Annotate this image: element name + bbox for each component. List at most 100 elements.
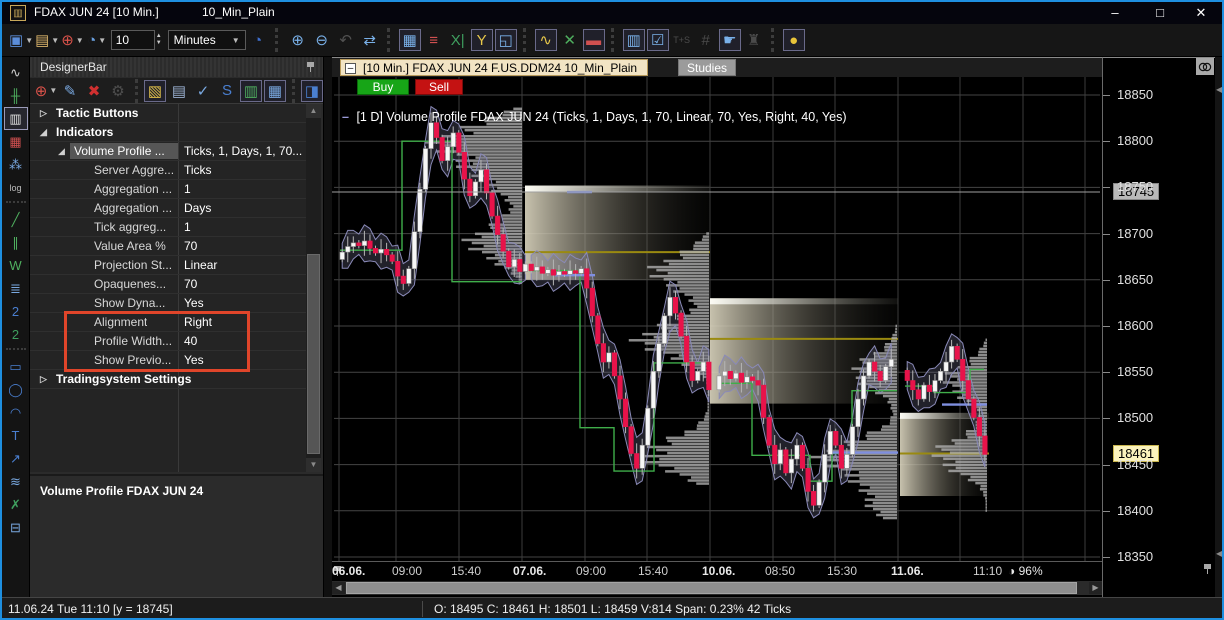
candle-volume-tool[interactable]: ▦: [4, 130, 28, 153]
property-row[interactable]: Projection St...Linear: [30, 256, 306, 275]
scroll-arrow-icon[interactable]: ◀: [1216, 549, 1222, 558]
price-chart[interactable]: [332, 77, 1102, 561]
group-row[interactable]: ▷Tradingsystem Settings: [30, 370, 306, 389]
zoom-reset-button[interactable]: ⇄: [359, 29, 381, 51]
interval-input[interactable]: [111, 30, 155, 50]
channel-tool[interactable]: ∥: [4, 231, 28, 254]
candlestick-tool[interactable]: ▥: [4, 107, 28, 130]
minimize-button[interactable]: –: [1098, 2, 1132, 24]
add-period-button[interactable]: ◔: [247, 29, 269, 51]
print-button[interactable]: ▤: [168, 80, 190, 102]
time-axis[interactable]: 06.06.09:0015:4007.06.09:0015:4010.06.08…: [332, 561, 1102, 580]
horizontal-scrollbar[interactable]: ◀ ▶: [332, 581, 1102, 595]
property-row[interactable]: Tick aggreg...1: [30, 218, 306, 237]
toolbar-separator: [6, 201, 26, 206]
scrollbar-thumb[interactable]: [307, 254, 320, 454]
script-button[interactable]: ✓: [192, 80, 214, 102]
ellipse-tool[interactable]: ◯: [4, 378, 28, 401]
chart-properties-button[interactable]: ▦: [399, 29, 421, 51]
record-button[interactable]: ●: [783, 29, 805, 51]
chart-tab[interactable]: – [10 Min.] FDAX JUN 24 F.US.DDM24 10_Mi…: [340, 59, 648, 76]
signal-button[interactable]: S: [216, 80, 238, 102]
group-row[interactable]: ◢Indicators: [30, 123, 306, 142]
price-axis[interactable]: 18745 18461 1885018800187501870018650186…: [1102, 57, 1215, 597]
property-row[interactable]: Server Aggre...Ticks: [30, 161, 306, 180]
text-tool[interactable]: T: [4, 424, 28, 447]
pin-icon[interactable]: [1203, 564, 1212, 575]
maximize-button[interactable]: □: [1143, 2, 1177, 24]
zigzag-tool[interactable]: W: [4, 254, 28, 277]
property-grid-scrollbar[interactable]: ▲ ▼: [306, 104, 321, 472]
axis-scale-button[interactable]: Y: [471, 29, 493, 51]
group-row[interactable]: ▷Tactic Buttons: [30, 104, 306, 123]
property-row[interactable]: Aggregation ...Days: [30, 199, 306, 218]
insert-strategy-button[interactable]: ✕: [559, 29, 581, 51]
save-button[interactable]: ▣▼: [9, 29, 33, 51]
line-chart-tool[interactable]: ∿: [4, 61, 28, 84]
data-window-button[interactable]: ≡: [423, 29, 445, 51]
drag-mode-button[interactable]: ☛: [719, 29, 741, 51]
equilla-button[interactable]: ▬: [583, 29, 605, 51]
price-axis-label: 18800: [1117, 133, 1153, 148]
arc-tool[interactable]: ◠: [4, 401, 28, 424]
chart-view-button[interactable]: ▥: [240, 80, 262, 102]
bar-chart-tool[interactable]: ╫: [4, 84, 28, 107]
scroll-up-icon[interactable]: ▲: [306, 104, 321, 118]
export-excel-button[interactable]: X|: [447, 29, 469, 51]
ruler-tool[interactable]: ⊟: [4, 516, 28, 539]
table-view-button[interactable]: ▦: [264, 80, 286, 102]
log-scale-tool[interactable]: log: [4, 176, 28, 199]
add-object-button[interactable]: ⊕▼: [35, 80, 57, 102]
insert-indicator-button[interactable]: ∿: [535, 29, 557, 51]
designer-bar-header[interactable]: DesignerBar: [30, 57, 323, 77]
wave-tool[interactable]: ≋: [4, 470, 28, 493]
hline-tool[interactable]: ≣: [4, 277, 28, 300]
zoom-out-button[interactable]: ⊖: [311, 29, 333, 51]
open-button[interactable]: ▤▼: [35, 29, 59, 51]
fibo-green-tool[interactable]: 2: [4, 323, 28, 346]
buy-button[interactable]: Buy: [357, 79, 409, 95]
time-axis-label: 11:10: [973, 564, 1002, 578]
studies-button[interactable]: Studies: [678, 59, 736, 76]
scroll-right-icon[interactable]: ▶: [1089, 582, 1102, 594]
fibo-blue-tool[interactable]: 2: [4, 300, 28, 323]
zoom-in-button[interactable]: ⊕: [287, 29, 309, 51]
format-button[interactable]: ✎: [59, 80, 81, 102]
scanner-button[interactable]: ☑: [647, 29, 669, 51]
scroll-left-icon[interactable]: ◀: [332, 582, 345, 594]
interval-unit-select[interactable]: Minutes▼: [168, 30, 246, 50]
property-row[interactable]: Opaquenes...70: [30, 275, 306, 294]
collapse-icon[interactable]: –: [345, 63, 356, 74]
price-axis-label: 18850: [1117, 87, 1153, 102]
close-button[interactable]: ✕: [1184, 2, 1218, 24]
property-row[interactable]: Aggregation ...1: [30, 180, 306, 199]
scroll-arrow-icon[interactable]: ◀: [1216, 85, 1222, 94]
property-row[interactable]: Value Area %70: [30, 237, 306, 256]
text-tool-icon: T: [12, 428, 20, 443]
toolbar-separator: [387, 28, 393, 52]
scrollbar-thumb[interactable]: [346, 582, 1077, 594]
title-bar[interactable]: ▥ FDAX JUN 24 [10 Min.] 10_Min_Plain – □…: [2, 2, 1222, 24]
edit-tactic-button[interactable]: ▧: [144, 80, 166, 102]
trendline-tool[interactable]: ╱: [4, 208, 28, 231]
sell-button[interactable]: Sell: [415, 79, 463, 95]
interval-stepper[interactable]: ▲▼: [156, 33, 162, 47]
scroll-down-icon[interactable]: ▼: [306, 458, 321, 472]
indicator-row[interactable]: ◢Volume Profile ...Ticks, 1, Days, 1, 70…: [30, 142, 306, 161]
vertical-scroll-strip[interactable]: ◀ ◀: [1215, 57, 1224, 597]
save-template-button[interactable]: ◨: [301, 80, 323, 102]
period-clock-button[interactable]: ◔▼: [86, 29, 108, 51]
zoom-out-button-icon: ⊖: [315, 31, 328, 49]
arrow-tool[interactable]: ↗: [4, 447, 28, 470]
new-chart-button[interactable]: ⊕▼: [61, 29, 84, 51]
watchlist-button[interactable]: ▥: [623, 29, 645, 51]
link-charts-icon[interactable]: [1196, 58, 1214, 75]
delete-button[interactable]: ✖: [83, 80, 105, 102]
window-mode-button[interactable]: ◱: [495, 29, 517, 51]
crowd-tool[interactable]: ⁂: [4, 153, 28, 176]
pattern-ab-tool[interactable]: ✗: [4, 493, 28, 516]
arc-tool-icon: ◠: [10, 405, 21, 421]
pin-icon[interactable]: [306, 62, 315, 73]
rectangle-tool[interactable]: ▭: [4, 355, 28, 378]
price-tick: [1103, 187, 1110, 188]
